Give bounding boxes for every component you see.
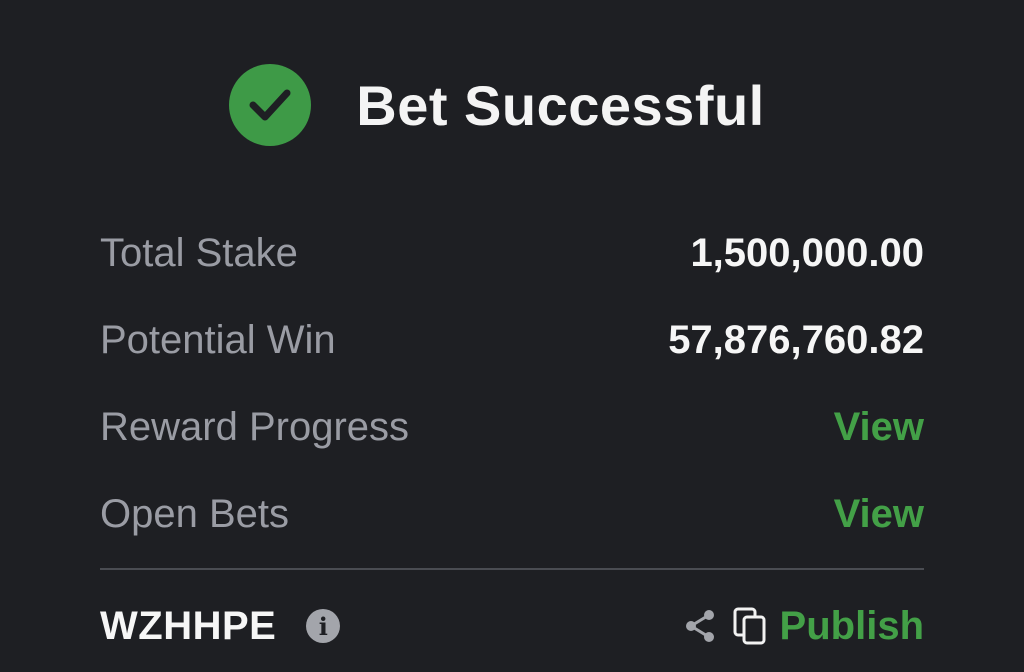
publish-group: Publish [682,604,924,649]
copy-icon[interactable] [732,606,768,646]
info-icon[interactable]: i [306,609,341,643]
potential-win-value: 57,876,760.82 [668,318,924,362]
publish-button[interactable]: Publish [780,604,924,649]
row-potential-win: Potential Win 57,876,760.82 [100,297,924,384]
booking-code-group: WZHHPE i [100,603,341,649]
row-reward-progress: Reward Progress View [100,384,924,471]
total-stake-label: Total Stake [100,231,298,275]
share-icon[interactable] [682,608,718,644]
row-open-bets: Open Bets View [100,471,924,558]
open-bets-label: Open Bets [100,492,290,536]
row-total-stake: Total Stake 1,500,000.00 [100,210,924,297]
bet-summary: Total Stake 1,500,000.00 Potential Win 5… [100,210,924,558]
booking-code: WZHHPE [100,603,277,648]
header: Bet Successful [0,60,1024,150]
reward-progress-view-link[interactable]: View [834,405,924,450]
potential-win-label: Potential Win [100,318,336,362]
check-circle-icon [229,64,312,146]
total-stake-value: 1,500,000.00 [690,231,924,275]
reward-progress-label: Reward Progress [100,405,410,449]
bet-success-panel: Bet Successful Total Stake 1,500,000.00 … [0,0,1024,672]
page-title: Bet Successful [356,73,765,137]
open-bets-view-link[interactable]: View [834,492,924,537]
divider [100,568,924,570]
footer: WZHHPE i Publish [100,596,924,656]
